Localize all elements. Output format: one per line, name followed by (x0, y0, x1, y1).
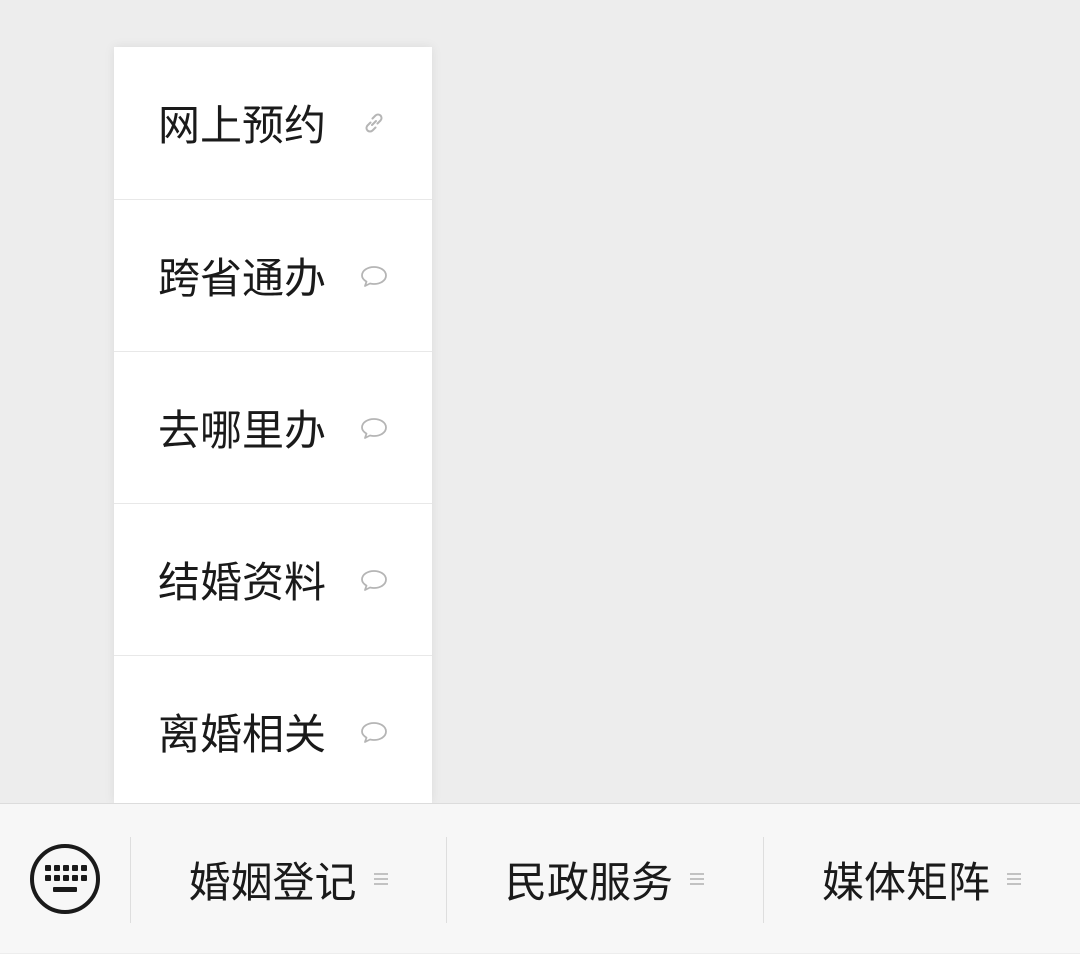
submenu-item-label: 结婚资料 (158, 558, 327, 607)
submenu-item-label: 离婚相关 (158, 710, 327, 759)
submenu-item-label: 跨省通办 (158, 254, 327, 303)
submenu-item-cross-province[interactable]: 跨省通办 (114, 200, 432, 351)
submenu-popup: 网上预约 跨省通办 去哪里办 结婚资料 离婚相关 (114, 47, 432, 803)
submenu-item-divorce-related[interactable]: 离婚相关 (114, 656, 432, 807)
menu-label: 民政服务 (504, 857, 673, 907)
submenu-item-where-to-go[interactable]: 去哪里办 (114, 352, 432, 503)
chat-bubble-icon (360, 718, 388, 746)
chat-bubble-icon (360, 262, 388, 290)
chat-bubble-icon (360, 414, 388, 442)
submenu-item-online-appointment[interactable]: 网上预约 (114, 47, 432, 198)
menu-lines-icon (689, 871, 705, 887)
menu-media-matrix[interactable]: 媒体矩阵 (764, 804, 1080, 954)
link-icon (360, 109, 388, 137)
submenu-item-label: 网上预约 (158, 101, 327, 150)
menu-lines-icon (373, 871, 389, 887)
menu-label: 媒体矩阵 (821, 857, 990, 907)
menu-marriage-registration[interactable]: 婚姻登记 (131, 804, 446, 954)
keyboard-icon (29, 844, 101, 919)
menu-civil-affairs-services[interactable]: 民政服务 (447, 804, 763, 954)
submenu-item-label: 去哪里办 (158, 406, 327, 455)
submenu-item-marriage-materials[interactable]: 结婚资料 (114, 504, 432, 655)
chat-bubble-icon (360, 566, 388, 594)
keyboard-toggle-button[interactable] (29, 843, 101, 915)
menu-label: 婚姻登记 (188, 857, 357, 907)
menu-lines-icon (1006, 871, 1022, 887)
bottom-menu-bar: 婚姻登记 民政服务 媒体矩阵 (0, 803, 1080, 953)
